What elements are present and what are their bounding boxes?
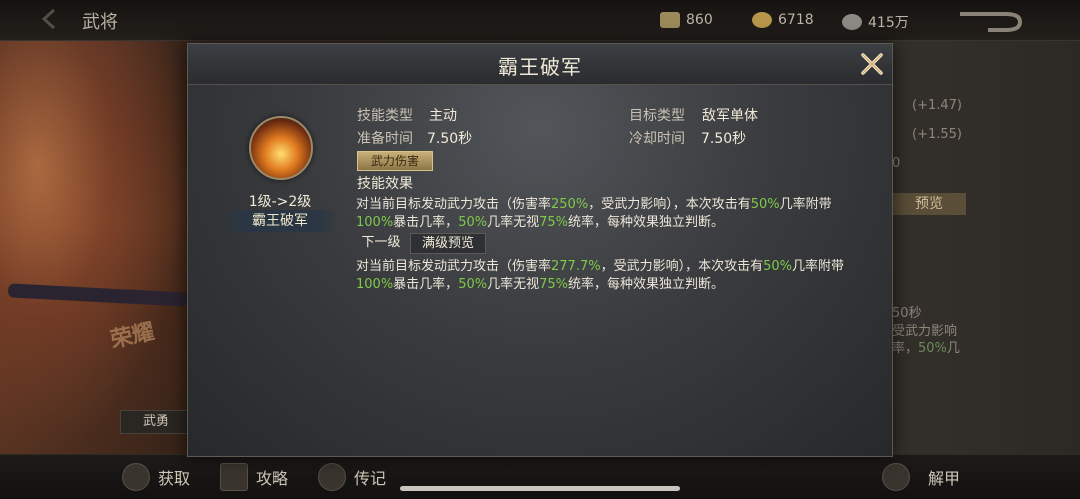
home-indicator[interactable] xyxy=(400,486,680,491)
return-icon[interactable] xyxy=(958,10,1024,32)
preview-button[interactable]: 预览 xyxy=(892,193,966,215)
resource-gold: 6718 xyxy=(752,12,814,28)
resource-silver: 415万 xyxy=(842,12,909,32)
close-icon[interactable] xyxy=(858,50,886,78)
side-time-text: 50秒 xyxy=(892,306,922,321)
obtain-button[interactable]: 获取 xyxy=(122,463,190,491)
obtain-icon xyxy=(122,463,150,491)
skill-name-plate: 霸王破军 xyxy=(222,210,338,232)
silver-coin-icon xyxy=(842,14,862,30)
cooldown-label: 冷却时间 xyxy=(629,131,685,147)
prep-time-value: 7.50秒 xyxy=(427,131,473,147)
page-title: 武将 xyxy=(82,12,118,33)
side-effect-text-2: 率，50%几 xyxy=(892,341,960,356)
strategy-button[interactable]: 攻略 xyxy=(220,463,288,491)
next-effect-text: 对当前目标发动武力攻击（伤害率277.7%，受武力影响），本次攻击有50%几率附… xyxy=(356,259,845,292)
resource-jade: 860 xyxy=(660,12,713,28)
target-type-label: 目标类型 xyxy=(629,108,685,124)
biography-button[interactable]: 传记 xyxy=(318,463,386,491)
skill-detail-modal: 霸王破军 1级->2级 霸王破军 技能类型 主动 目标类型 敌军单体 准备时间 … xyxy=(187,43,893,457)
top-bar: 武将 860 6718 415万 xyxy=(0,0,1080,41)
biography-icon xyxy=(318,463,346,491)
bottom-bar: 获取 攻略 传记 解甲 xyxy=(0,454,1080,499)
armor-icon xyxy=(882,463,910,491)
back-icon[interactable] xyxy=(40,8,66,30)
strategy-book-icon xyxy=(220,463,248,491)
stat-bonus-1: (+1.47) xyxy=(912,98,962,113)
cooldown-value: 7.50秒 xyxy=(701,131,747,147)
skill-type-label: 技能类型 xyxy=(357,108,413,124)
target-type-value: 敌军单体 xyxy=(702,108,758,124)
skill-level-text: 1级->2级 xyxy=(248,194,312,210)
general-portrait xyxy=(0,40,190,455)
skill-effect-label: 技能效果 xyxy=(357,176,413,192)
stat-bonus-2: (+1.55) xyxy=(912,127,962,142)
tab-max-level-preview[interactable]: 满级预览 xyxy=(410,233,486,254)
prep-time-label: 准备时间 xyxy=(357,131,413,147)
gold-coin-icon xyxy=(752,12,772,28)
skill-type-value: 主动 xyxy=(429,108,457,124)
trait-badge: 武勇 xyxy=(120,410,192,434)
modal-title: 霸王破军 xyxy=(498,55,582,79)
stat-fragment: 0 xyxy=(892,156,901,171)
current-effect-text: 对当前目标发动武力攻击（伤害率250%，受武力影响），本次攻击有50%几率附带1… xyxy=(356,197,832,230)
damage-type-tag: 武力伤害 xyxy=(357,151,433,171)
armor-button[interactable]: 解甲 xyxy=(882,463,960,491)
skill-flame-icon xyxy=(249,116,313,180)
tab-next-level[interactable]: 下一级 xyxy=(356,233,406,252)
jade-icon xyxy=(660,12,680,28)
modal-header: 霸王破军 xyxy=(188,44,892,85)
